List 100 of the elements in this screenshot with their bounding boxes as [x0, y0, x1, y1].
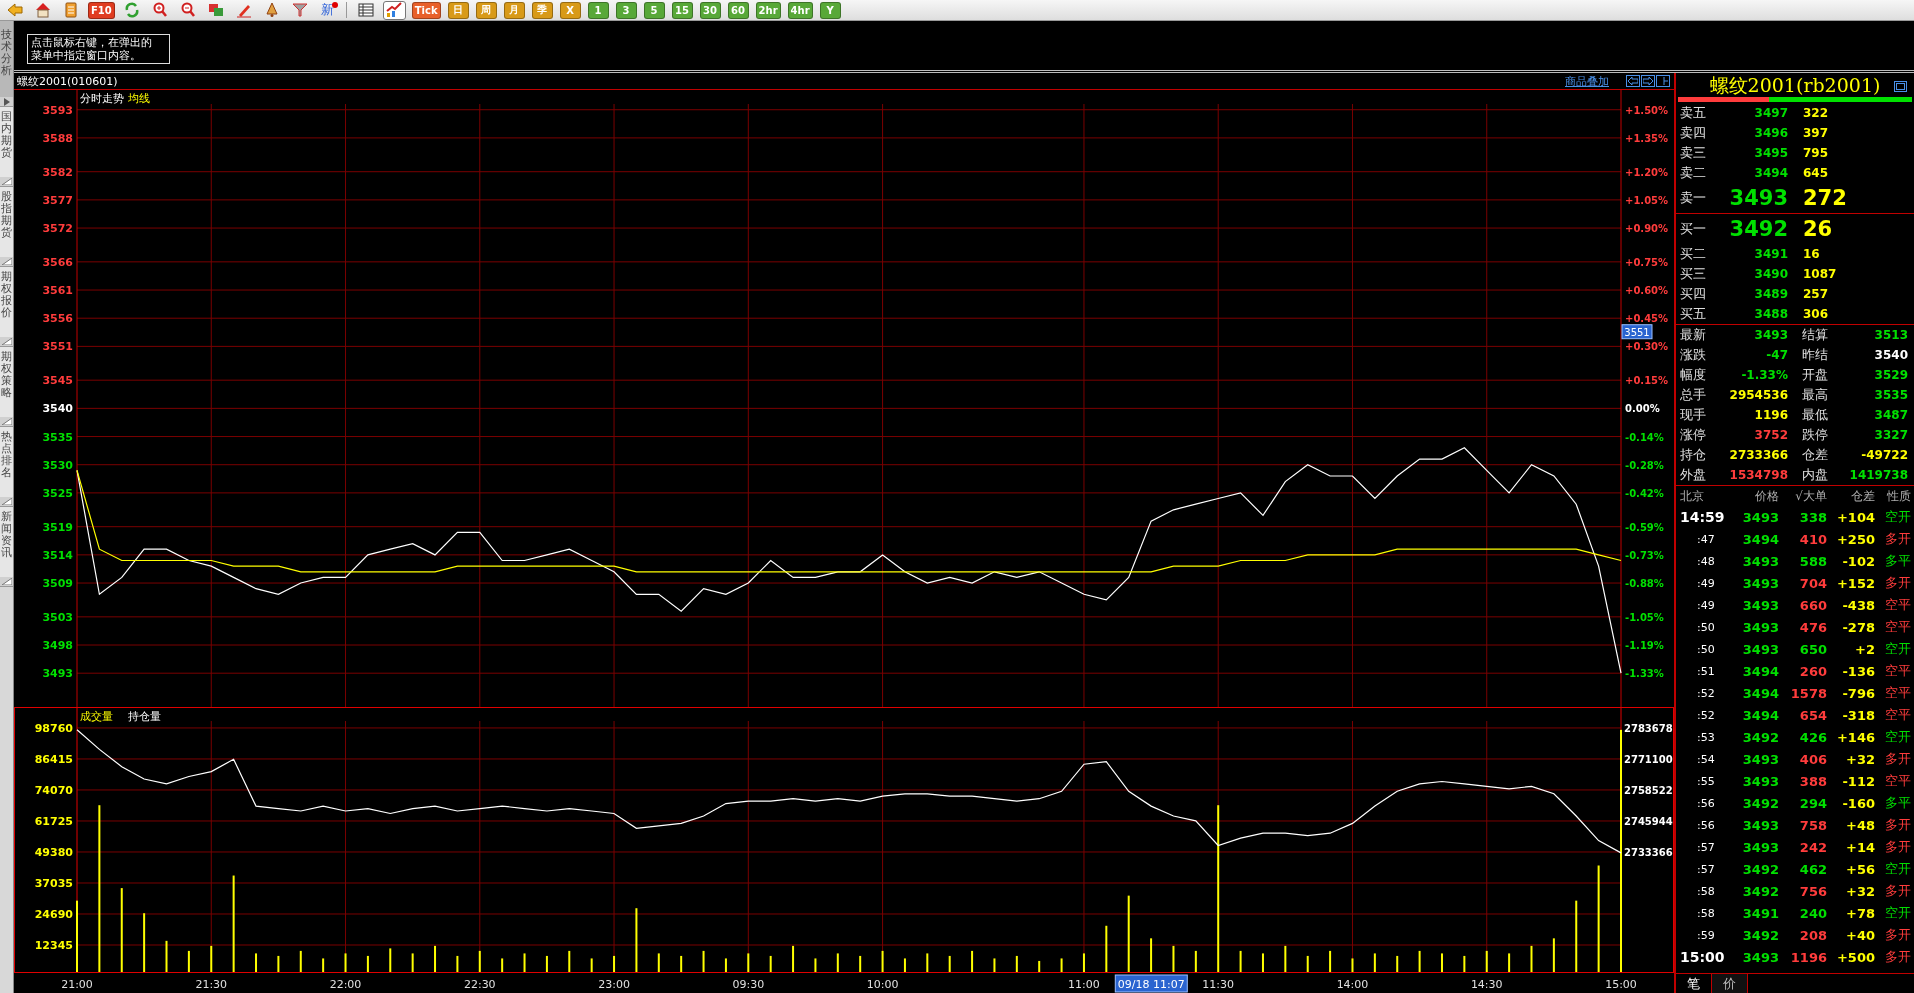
stat-label: 最新 [1680, 326, 1707, 344]
percent-tick-label: +0.30% [1625, 341, 1669, 353]
percent-tick-label: -1.33% [1625, 668, 1664, 680]
trade-price: 3494 [1741, 707, 1779, 723]
restore-icon[interactable] [1894, 80, 1907, 92]
trade-volume: 240 [1798, 905, 1827, 921]
trade-change: +14 [1845, 839, 1875, 855]
toolbar-button[interactable]: 3 [615, 1, 637, 19]
quote-label: 买三 [1680, 265, 1707, 283]
line-chart-icon [386, 2, 403, 18]
trade-type: 空平 [1884, 662, 1911, 680]
toolbar-button[interactable]: 5 [643, 1, 665, 19]
volume-bar [1552, 938, 1555, 972]
volume-bar [344, 953, 347, 972]
price-tick-label: 3493 [42, 667, 73, 681]
trade-price: 3493 [1741, 773, 1779, 789]
trade-time: :55 [1696, 774, 1716, 788]
stat-value: 3752 [1753, 428, 1788, 442]
line-chart-button[interactable] [382, 0, 406, 20]
volume-bar [903, 958, 906, 972]
trade-time: :57 [1696, 862, 1716, 876]
trade-time: :52 [1696, 686, 1716, 700]
price-tick-label: 3572 [42, 222, 73, 236]
panel-tab[interactable]: 价 [1712, 974, 1748, 993]
trade-change: -102 [1841, 553, 1875, 569]
toolbar-button[interactable]: F10 [88, 1, 115, 19]
price-tick-label: 3588 [42, 131, 73, 145]
volume-bar [747, 953, 750, 972]
price-tick-label: 3577 [42, 193, 73, 207]
trade-type: 多平 [1884, 794, 1911, 812]
trade-price: 3493 [1741, 597, 1779, 613]
trade-time: :48 [1696, 554, 1716, 568]
time-tick-label: 15:00 [1605, 978, 1637, 991]
side-tab[interactable]: 热点排名 [0, 427, 13, 497]
home-icon [34, 2, 51, 18]
side-tab[interactable]: 期权报价 [0, 267, 13, 337]
percent-tick-label: 0.00% [1625, 403, 1660, 415]
time-tick-label: 14:00 [1336, 978, 1369, 991]
volume-bar [568, 950, 571, 972]
overlay-link[interactable]: 商品叠加 [1565, 73, 1609, 89]
trade-time: :59 [1696, 928, 1716, 942]
legend-label: 分时走势 [80, 92, 124, 105]
price-tick-label: 3503 [42, 610, 73, 624]
toolbar-button[interactable]: 15 [671, 1, 693, 19]
trade-volume: 242 [1798, 839, 1827, 855]
trade-type: 空平 [1884, 684, 1911, 702]
toolbar-button[interactable]: 1 [587, 1, 609, 19]
trade-time: :52 [1696, 708, 1716, 722]
toolbar-button[interactable]: 日 [447, 1, 469, 19]
volume-bar [680, 955, 683, 972]
side-tab[interactable]: 股指期货 [0, 187, 13, 257]
volume-bar [836, 953, 839, 972]
time-tick-label: 23:00 [598, 978, 630, 991]
toolbar-button[interactable]: 2hr [755, 1, 781, 19]
volume-bar [143, 913, 146, 972]
quote-label: 卖四 [1680, 124, 1707, 142]
toolbar-button[interactable]: 4hr [787, 1, 813, 19]
trade-change: +500 [1835, 949, 1875, 965]
quote-volume: 257 [1802, 287, 1830, 301]
side-tab[interactable]: 期权策略 [0, 347, 13, 417]
toolbar-button[interactable]: 新 [316, 0, 338, 20]
price-tick-label: 3509 [42, 577, 73, 591]
volume-bar [1082, 953, 1085, 972]
toolbar-button[interactable]: 60 [727, 1, 749, 19]
left-arrow-button[interactable] [1626, 75, 1640, 87]
column-header: 性质 [1886, 487, 1911, 505]
side-tab[interactable]: 国内期货 [0, 107, 13, 177]
time-tick-label: 21:30 [195, 978, 228, 991]
price-tick-label: 3540 [42, 402, 73, 416]
trade-change: -160 [1841, 795, 1875, 811]
toolbar-button[interactable]: 周 [475, 1, 497, 19]
trade-price: 3492 [1741, 729, 1779, 745]
toolbar-button[interactable]: Tick [411, 1, 441, 19]
stat-label: 结算 [1801, 326, 1829, 344]
toolbar-button[interactable]: Y [819, 1, 841, 19]
stat-label: 总手 [1680, 386, 1707, 404]
percent-tick-label: +1.50% [1625, 104, 1669, 116]
toolbar-button[interactable]: 30 [699, 1, 721, 19]
price-tick-label: 3535 [42, 430, 73, 444]
side-tab[interactable]: 技术分析 [0, 21, 13, 97]
trade-price: 3494 [1741, 531, 1779, 547]
side-tab[interactable]: 新闻资讯 [0, 507, 13, 577]
volume-bar [322, 958, 325, 972]
trade-change: +2 [1854, 641, 1875, 657]
stat-value: 3487 [1873, 408, 1908, 422]
stat-value: 2954536 [1728, 388, 1788, 402]
trade-type: 空平 [1884, 772, 1911, 790]
percent-tick-label: -0.88% [1625, 578, 1664, 590]
right-arrow-button[interactable] [1641, 75, 1655, 87]
volume-bar [724, 958, 727, 972]
time-tick-label: 22:00 [329, 978, 362, 991]
trade-type: 多开 [1884, 882, 1911, 900]
layout-button[interactable] [1656, 75, 1670, 87]
toolbar-button[interactable]: X [559, 1, 581, 19]
toolbar-button[interactable]: 季 [531, 1, 553, 19]
quote-price: 3494 [1753, 166, 1788, 180]
toolbar-button[interactable]: 月 [503, 1, 525, 19]
zoom-out-icon [180, 2, 197, 18]
trade-change: +152 [1835, 575, 1875, 591]
trade-type: 空开 [1884, 728, 1911, 746]
